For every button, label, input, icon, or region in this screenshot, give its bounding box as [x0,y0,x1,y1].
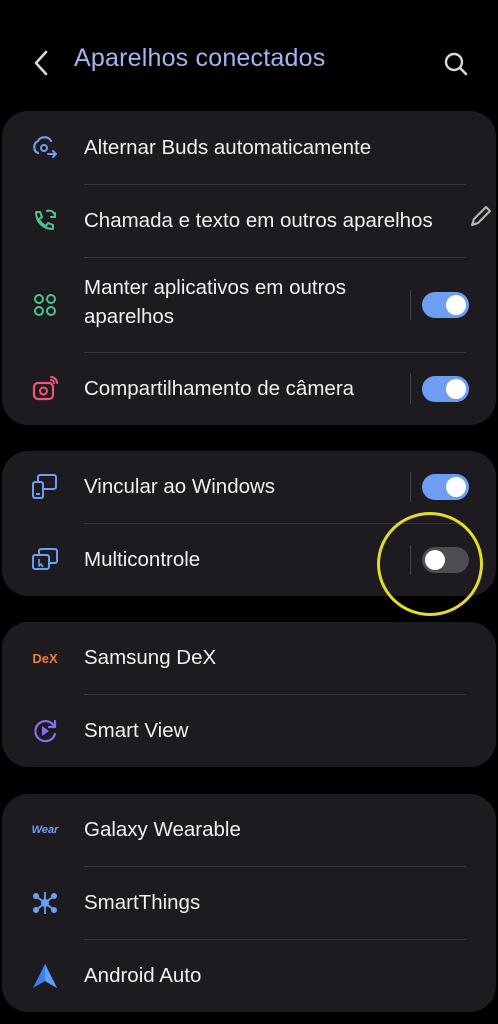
setting-chamada-texto[interactable]: Chamada e texto em outros aparelhos [2,185,496,257]
setting-label: Vincular ao Windows [84,475,276,498]
apps-continuity-icon [30,290,60,320]
chevron-left-icon [34,50,48,76]
toggle-knob [446,379,466,399]
dex-icon-text: DeX [32,650,58,666]
smart-view-icon [30,716,60,746]
setting-label: Alternar Buds automaticamente [84,136,372,159]
toggle-knob [446,477,466,497]
highlight-circle [377,512,483,616]
toggle-compartilhamento-camera[interactable] [422,376,469,402]
vertical-separator [410,374,411,404]
setting-samsung-dex[interactable]: DeX Samsung DeX [2,622,496,694]
vertical-separator [410,290,411,320]
search-button[interactable] [438,46,474,82]
setting-android-auto[interactable]: Android Auto [2,940,496,1012]
setting-label: Galaxy Wearable [84,818,241,841]
dex-icon: DeX [30,643,60,673]
wear-icon: Wear [30,815,60,845]
setting-label-line2: aparelhos [84,305,175,328]
back-button[interactable] [24,46,58,80]
call-sync-icon [30,206,60,236]
setting-label: SmartThings [84,891,201,914]
setting-label: Chamada e texto em outros aparelhos [84,209,433,232]
buds-switch-icon [30,133,60,163]
app-bar: Aparelhos conectados [0,0,498,110]
setting-compartilhamento-camera[interactable]: Compartilhamento de câmera [2,353,496,425]
page-title: Aparelhos conectados [74,44,326,72]
vertical-separator [410,472,411,502]
setting-label: Android Auto [84,964,202,987]
toggle-vincular-windows[interactable] [422,474,469,500]
smartthings-icon [30,888,60,918]
edit-pencil-icon[interactable] [468,203,494,234]
setting-manter-aplicativos[interactable]: Manter aplicativos em outros aparelhos [2,258,496,352]
setting-label-line1: Manter aplicativos em outros [84,276,347,299]
setting-label: Multicontrole [84,548,201,571]
connected-features-card: Alternar Buds automaticamente Chamada e … [2,111,496,425]
camera-share-icon [30,374,60,404]
apps-card: Wear Galaxy Wearable SmartThings Android… [2,794,496,1012]
multicontrol-icon [30,545,60,575]
dex-smartview-card: DeX Samsung DeX Smart View [2,622,496,767]
link-windows-icon [30,472,60,502]
setting-alternar-buds[interactable]: Alternar Buds automaticamente [2,111,496,184]
setting-galaxy-wearable[interactable]: Wear Galaxy Wearable [2,794,496,866]
wear-icon-text: Wear [31,824,59,836]
setting-smart-view[interactable]: Smart View [2,695,496,767]
android-auto-icon [30,961,60,991]
setting-smartthings[interactable]: SmartThings [2,867,496,939]
search-icon [444,52,468,76]
setting-label: Compartilhamento de câmera [84,377,355,400]
setting-label: Samsung DeX [84,646,217,669]
setting-label: Smart View [84,719,189,742]
toggle-manter-aplicativos[interactable] [422,292,469,318]
toggle-knob [446,295,466,315]
